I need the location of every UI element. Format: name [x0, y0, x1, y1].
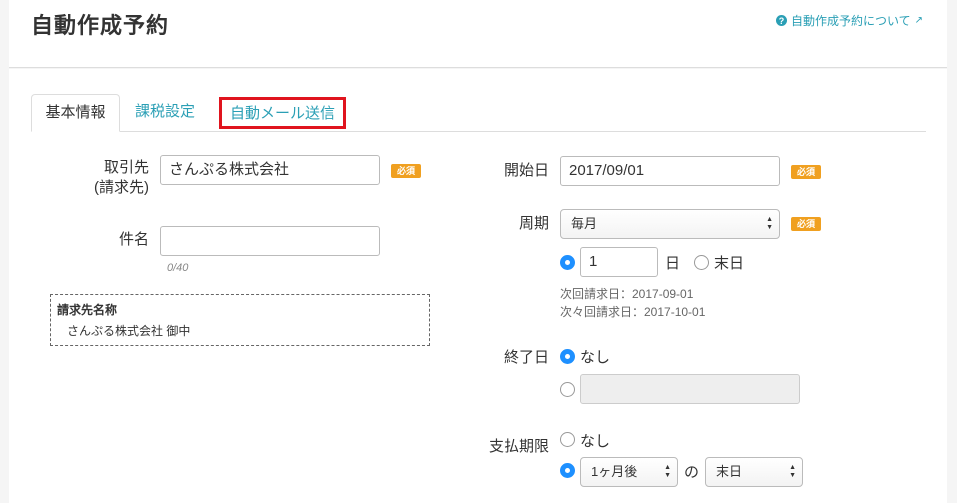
billing-name-title: 請求先名称: [57, 303, 118, 317]
next-next-billing-date: 次々回請求日：2017-10-01: [560, 305, 706, 319]
subject-input[interactable]: [160, 226, 380, 256]
required-badge: 必須: [391, 164, 421, 178]
tab-tax-settings[interactable]: 課税設定: [123, 94, 207, 132]
payment-day-value: 末日: [716, 464, 743, 479]
end-of-month-label: 末日: [714, 255, 745, 272]
client-label-line1: 取引先: [103, 159, 149, 176]
start-date-input[interactable]: 2017/09/01: [560, 156, 780, 186]
payment-month-select[interactable]: 1ヶ月後 ▲ ▼: [580, 457, 678, 487]
select-arrows-icon: ▲ ▼: [789, 464, 796, 479]
payment-connector-label: の: [684, 464, 700, 481]
page: 自動作成予約 ? 自動作成予約について ↗ 基本情報 課税設定 自動メール送信 …: [0, 0, 957, 503]
tab-bar: 基本情報 課税設定 自動メール送信: [31, 94, 926, 132]
select-arrows-icon: ▲ ▼: [664, 464, 671, 479]
tab-basic-info[interactable]: 基本情報: [31, 94, 120, 132]
required-badge: 必須: [791, 217, 821, 231]
page-title: 自動作成予約: [31, 13, 170, 38]
day-of-month-radio[interactable]: [560, 255, 575, 270]
payment-due-specify-radio[interactable]: [560, 463, 575, 478]
payment-due-none-radio[interactable]: [560, 432, 575, 447]
main-content: 基本情報 課税設定 自動メール送信 取引先 (請求先) さんぷる株式会社 必須 …: [9, 69, 947, 503]
subject-counter: 0/40: [167, 262, 189, 274]
client-label: 取引先 (請求先): [69, 158, 149, 198]
required-badge: 必須: [791, 165, 821, 179]
cycle-label: 周期: [518, 215, 549, 232]
help-link[interactable]: ? 自動作成予約について ↗: [775, 12, 923, 29]
start-date-label: 開始日: [503, 162, 549, 179]
end-of-month-radio[interactable]: [694, 255, 709, 270]
day-input[interactable]: 1: [580, 247, 658, 277]
end-date-label: 終了日: [503, 349, 549, 366]
payment-due-label: 支払期限: [488, 438, 549, 455]
end-date-none-radio[interactable]: [560, 349, 575, 364]
question-circle-icon: ?: [775, 15, 787, 26]
payment-day-select[interactable]: 末日 ▲ ▼: [705, 457, 803, 487]
help-link-label: 自動作成予約について: [790, 14, 911, 28]
subject-label: 件名: [118, 231, 149, 248]
day-unit-label: 日: [665, 255, 681, 272]
end-date-none-label: なし: [580, 349, 611, 366]
header: 自動作成予約 ? 自動作成予約について ↗: [9, 0, 947, 68]
cycle-select-value: 毎月: [571, 216, 598, 231]
tab-auto-email[interactable]: 自動メール送信: [219, 97, 347, 129]
client-input[interactable]: さんぷる株式会社: [160, 155, 380, 185]
end-date-input[interactable]: [580, 374, 800, 404]
cycle-select[interactable]: 毎月 ▲ ▼: [560, 209, 780, 239]
billing-name-box: 請求先名称 さんぷる株式会社 御中: [50, 294, 430, 346]
external-link-icon: ↗: [914, 15, 923, 26]
end-date-specify-radio[interactable]: [560, 382, 575, 397]
client-label-line2: (請求先): [94, 179, 149, 196]
next-billing-date: 次回請求日：2017-09-01: [560, 287, 694, 301]
select-arrows-icon: ▲ ▼: [766, 216, 773, 231]
billing-name-value: さんぷる株式会社 御中: [67, 324, 191, 338]
payment-due-none-label: なし: [580, 433, 611, 450]
payment-month-value: 1ヶ月後: [591, 464, 638, 479]
